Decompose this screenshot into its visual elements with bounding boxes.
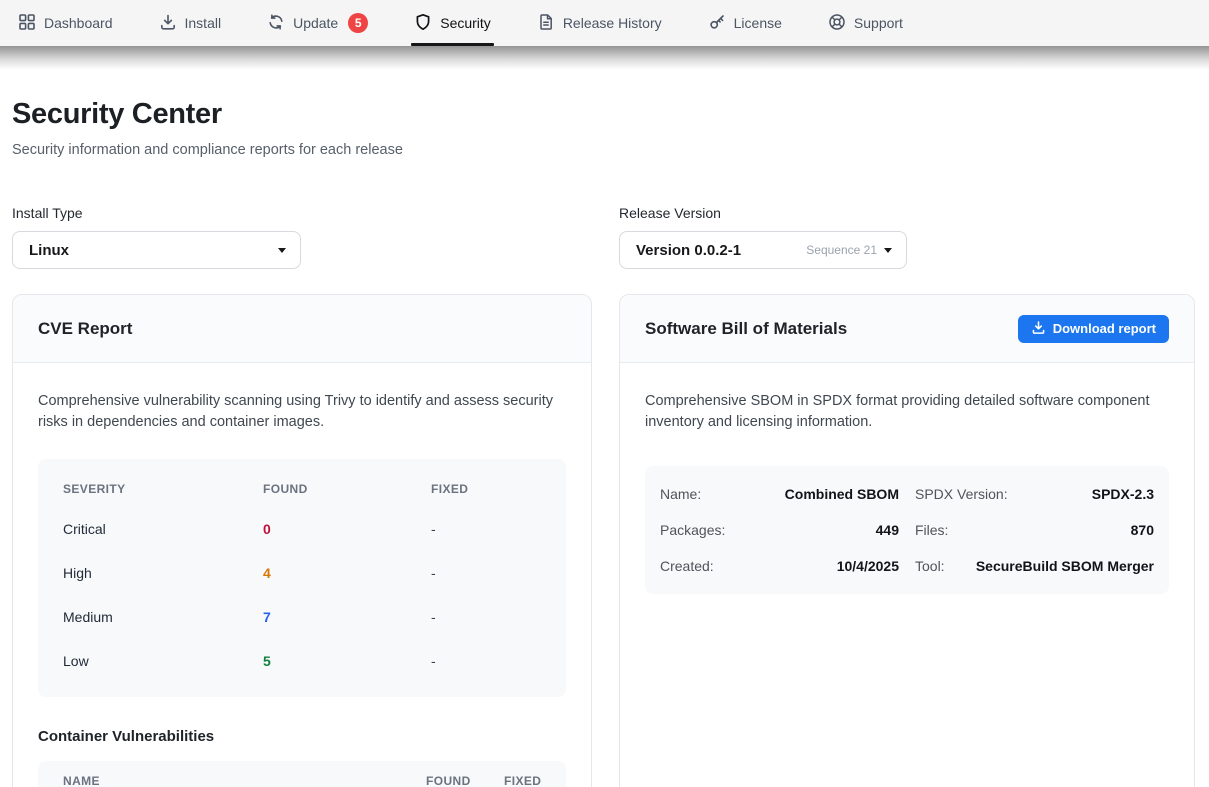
tab-label: License — [734, 15, 782, 31]
tab-label: Support — [854, 15, 903, 31]
table-row: Medium 7 - — [63, 595, 541, 639]
install-type-value: Linux — [29, 242, 69, 259]
col-fixed: FIXED — [431, 482, 541, 496]
release-version-value: Version 0.0.2-1 — [636, 242, 741, 259]
dashboard-grid-icon — [18, 13, 36, 34]
shield-icon — [414, 13, 432, 34]
chevron-down-icon — [884, 248, 892, 253]
install-type-label: Install Type — [12, 205, 592, 221]
cve-report-title: CVE Report — [38, 319, 132, 339]
found-count: 4 — [263, 565, 431, 581]
tab-support[interactable]: Support — [828, 0, 903, 46]
table-row: Low 5 - — [63, 639, 541, 683]
sbom-detail-spdx-version: SPDX Version: SPDX-2.3 — [915, 476, 1154, 512]
severity-label: High — [63, 565, 263, 581]
release-sequence-label: Sequence 21 — [806, 243, 877, 257]
col-severity: SEVERITY — [63, 482, 263, 496]
detail-label: Packages: — [660, 522, 725, 538]
sbom-header: Software Bill of Materials Download repo… — [620, 295, 1194, 363]
nav-shadow — [0, 46, 1209, 70]
update-badge: 5 — [348, 13, 368, 33]
sbom-detail-files: Files: 870 — [915, 512, 1154, 548]
detail-label: Tool: — [915, 558, 945, 574]
table-row: High 4 - — [63, 551, 541, 595]
tab-label: Update — [293, 15, 338, 31]
table-row: Critical 0 - — [63, 507, 541, 551]
sbom-title: Software Bill of Materials — [645, 319, 847, 339]
tab-release-history[interactable]: Release History — [537, 0, 662, 46]
active-tab-underline — [411, 43, 494, 46]
cve-report-body: Comprehensive vulnerability scanning usi… — [13, 363, 591, 787]
sbom-card: Software Bill of Materials Download repo… — [619, 294, 1195, 787]
detail-value: Combined SBOM — [785, 486, 899, 502]
top-nav: Dashboard Install Update 5 Security Rele… — [0, 0, 1209, 46]
install-type-select[interactable]: Linux — [12, 231, 301, 269]
detail-value: 10/4/2025 — [837, 558, 899, 574]
cards-row: CVE Report Comprehensive vulnerability s… — [12, 294, 1195, 787]
download-report-label: Download report — [1053, 321, 1156, 336]
severity-label: Critical — [63, 521, 263, 537]
detail-value: 870 — [1131, 522, 1154, 538]
download-icon — [1031, 320, 1046, 338]
detail-label: Name: — [660, 486, 701, 502]
tab-label: Dashboard — [44, 15, 113, 31]
install-type-filter: Install Type Linux — [12, 205, 592, 269]
detail-value: 449 — [876, 522, 899, 538]
detail-value: SecureBuild SBOM Merger — [976, 558, 1154, 574]
container-vulnerabilities-title: Container Vulnerabilities — [38, 728, 566, 745]
tab-license[interactable]: License — [708, 0, 782, 46]
detail-label: Files: — [915, 522, 948, 538]
tab-label: Security — [440, 15, 491, 31]
sbom-details: Name: Combined SBOM SPDX Version: SPDX-2… — [645, 466, 1169, 594]
fixed-count: - — [431, 565, 541, 581]
key-icon — [708, 13, 726, 34]
tab-security[interactable]: Security — [414, 0, 491, 46]
detail-label: Created: — [660, 558, 714, 574]
tab-label: Release History — [563, 15, 662, 31]
sbom-body: Comprehensive SBOM in SPDX format provid… — [620, 363, 1194, 619]
cve-report-card: CVE Report Comprehensive vulnerability s… — [12, 294, 592, 787]
fixed-count: - — [431, 521, 541, 537]
fixed-count: - — [431, 609, 541, 625]
download-icon — [159, 13, 177, 34]
filters-row: Install Type Linux Release Version Versi… — [12, 205, 1195, 269]
fixed-count: - — [431, 653, 541, 669]
refresh-icon — [267, 13, 285, 34]
download-report-button[interactable]: Download report — [1018, 315, 1169, 343]
tab-label: Install — [185, 15, 222, 31]
col-fixed: FIXED — [504, 774, 556, 787]
page-title: Security Center — [12, 98, 1195, 131]
found-count: 0 — [263, 521, 431, 537]
release-version-filter: Release Version Version 0.0.2-1 Sequence… — [619, 205, 1195, 269]
document-icon — [537, 13, 555, 34]
sbom-detail-packages: Packages: 449 — [660, 512, 899, 548]
col-found: FOUND — [426, 774, 504, 787]
sbom-detail-created: Created: 10/4/2025 — [660, 548, 899, 584]
tab-install[interactable]: Install — [159, 0, 222, 46]
release-version-label: Release Version — [619, 205, 1195, 221]
severity-label: Medium — [63, 609, 263, 625]
tab-update[interactable]: Update 5 — [267, 0, 368, 46]
container-vulnerabilities-header: NAME FOUND FIXED — [38, 761, 566, 787]
detail-value: SPDX-2.3 — [1092, 486, 1154, 502]
cve-report-header: CVE Report — [13, 295, 591, 363]
cve-report-description: Comprehensive vulnerability scanning usi… — [38, 391, 566, 433]
sbom-description: Comprehensive SBOM in SPDX format provid… — [645, 391, 1169, 433]
found-count: 5 — [263, 653, 431, 669]
release-version-select[interactable]: Version 0.0.2-1 Sequence 21 — [619, 231, 907, 269]
severity-label: Low — [63, 653, 263, 669]
detail-label: SPDX Version: — [915, 486, 1008, 502]
severity-table: SEVERITY FOUND FIXED Critical 0 - High 4… — [38, 459, 566, 697]
tab-dashboard[interactable]: Dashboard — [18, 0, 113, 46]
chevron-down-icon — [278, 248, 286, 253]
found-count: 7 — [263, 609, 431, 625]
col-name: NAME — [63, 774, 426, 787]
main-content: Security Center Security information and… — [0, 98, 1209, 787]
sbom-detail-name: Name: Combined SBOM — [660, 476, 899, 512]
lifebuoy-icon — [828, 13, 846, 34]
severity-table-header: SEVERITY FOUND FIXED — [63, 471, 541, 507]
sbom-detail-tool: Tool: SecureBuild SBOM Merger — [915, 548, 1154, 584]
page-subtitle: Security information and compliance repo… — [12, 142, 1195, 158]
col-found: FOUND — [263, 482, 431, 496]
